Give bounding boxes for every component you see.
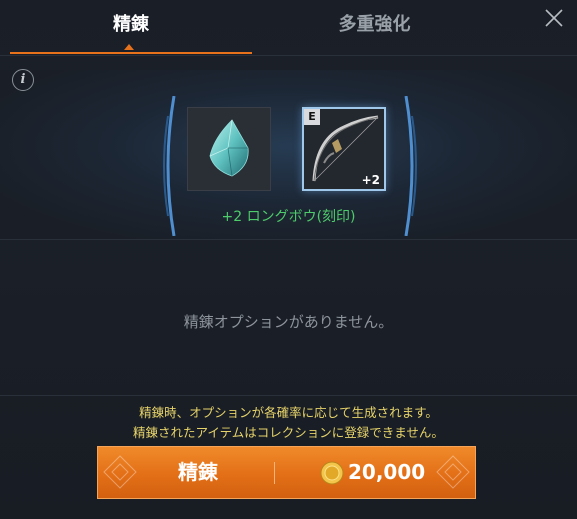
- divider: [0, 239, 577, 240]
- refine-button[interactable]: 精錬 20,000: [97, 446, 476, 499]
- material-slot[interactable]: [187, 107, 271, 191]
- refine-button-label: 精錬: [178, 460, 218, 484]
- active-tab-underline: [10, 52, 252, 54]
- empty-options-message: 精錬オプションがありません。: [183, 313, 394, 331]
- notice-line: 精錬時、オプションが各確率に応じて生成されます。: [139, 405, 438, 420]
- notice-line: 精錬されたアイテムはコレクションに登録できません。: [133, 425, 444, 440]
- tab-bar: 精錬 多重強化: [0, 0, 577, 56]
- tab-multi-enhance[interactable]: 多重強化: [252, 0, 497, 50]
- info-icon[interactable]: i: [12, 69, 34, 91]
- close-button[interactable]: [540, 4, 568, 32]
- divider: [0, 55, 577, 56]
- item-name: +2 ロングボウ(刻印): [221, 209, 356, 225]
- refine-panel: 精錬 多重強化 i E +2 +2 ロングボウ(刻印) 精錬オプションがありませ…: [0, 0, 577, 519]
- ornament-right: [436, 455, 470, 489]
- refine-cost: 20,000: [348, 460, 426, 484]
- divider: [0, 395, 577, 396]
- active-tab-caret: [124, 44, 134, 50]
- close-icon: [545, 9, 563, 27]
- grade-badge: E: [304, 109, 320, 125]
- coin-icon: [320, 461, 344, 485]
- button-separator: [274, 462, 275, 484]
- enhance-level-badge: +2: [361, 173, 380, 187]
- tab-refine[interactable]: 精錬: [10, 0, 252, 50]
- crystal-icon: [209, 119, 249, 177]
- equipment-slot[interactable]: E +2: [302, 107, 386, 191]
